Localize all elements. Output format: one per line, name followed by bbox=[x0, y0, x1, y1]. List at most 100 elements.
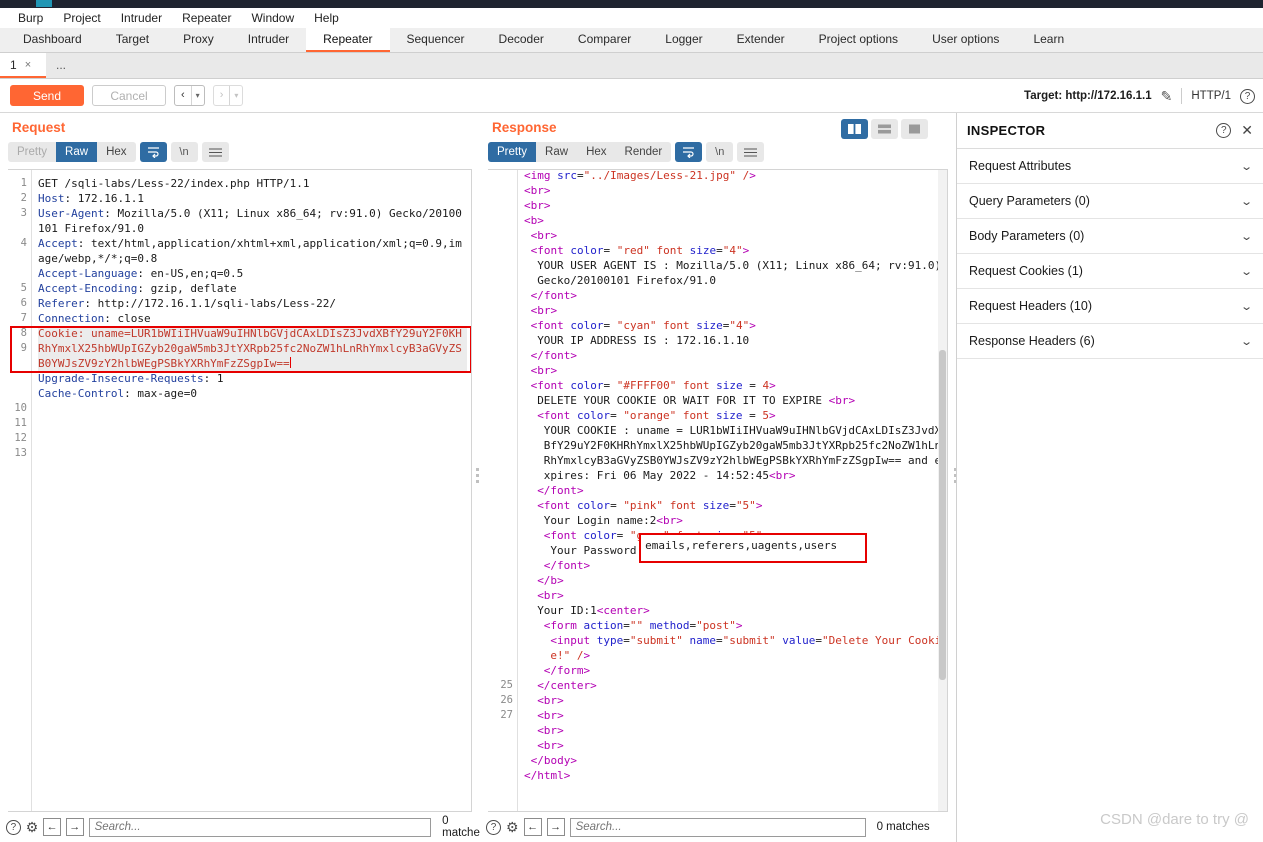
tab-project-options[interactable]: Project options bbox=[802, 28, 915, 52]
inspector-row-request-attributes[interactable]: Request Attributes ⌄ bbox=[957, 149, 1263, 184]
inspector-row-label: Request Headers (10) bbox=[969, 299, 1092, 313]
http-version-label[interactable]: HTTP/1 bbox=[1191, 90, 1231, 102]
word-wrap-icon[interactable] bbox=[139, 142, 167, 162]
word-wrap-icon[interactable] bbox=[675, 142, 703, 162]
search-prev-icon[interactable]: ← bbox=[523, 818, 542, 836]
send-button[interactable]: Send bbox=[10, 85, 84, 106]
burp-suite-window: Burp Project Intruder Repeater Window He… bbox=[0, 0, 1263, 842]
cancel-button[interactable]: Cancel bbox=[92, 85, 166, 106]
repeater-tab-bar: 1 × ... bbox=[0, 53, 1263, 79]
request-editor[interactable]: 1 2 3 4 5 6 7 8 9 10 11 12 13 GET /sqli-labs/Less-22… bbox=[8, 169, 472, 812]
layout-toggle-group bbox=[841, 119, 928, 139]
gear-icon[interactable]: ⚙ bbox=[506, 820, 519, 834]
repeater-tab-1[interactable]: 1 × bbox=[0, 53, 46, 78]
search-prev-icon[interactable]: ← bbox=[43, 818, 61, 836]
response-search-input[interactable] bbox=[569, 817, 866, 837]
inspector-row-label: Response Headers (6) bbox=[969, 334, 1095, 348]
menu-item-intruder[interactable]: Intruder bbox=[111, 8, 172, 28]
help-icon[interactable]: ? bbox=[486, 819, 501, 835]
search-next-icon[interactable]: → bbox=[546, 818, 565, 836]
burp-logo-icon bbox=[36, 0, 52, 7]
split-horizontal-icon[interactable] bbox=[871, 119, 898, 139]
tab-logger[interactable]: Logger bbox=[648, 28, 719, 52]
edit-target-icon[interactable]: ✎ bbox=[1161, 88, 1173, 105]
divider bbox=[1181, 88, 1183, 104]
chevron-down-icon[interactable]: ⌄ bbox=[1240, 265, 1253, 278]
forward-button-group[interactable]: › ▾ bbox=[212, 85, 244, 106]
request-line-gutter: 1 2 3 4 5 6 7 8 9 10 11 12 13 bbox=[8, 170, 32, 811]
tab-repeater[interactable]: Repeater bbox=[306, 28, 390, 52]
request-view-pretty[interactable]: Pretty bbox=[8, 142, 57, 162]
response-search-bar: ? ⚙ ← → 0 matches bbox=[486, 816, 930, 838]
search-next-icon[interactable]: → bbox=[65, 818, 84, 836]
response-view-pretty[interactable]: Pretty bbox=[488, 142, 537, 162]
response-view-render[interactable]: Render bbox=[615, 142, 672, 162]
forward-arrow-icon[interactable]: › bbox=[214, 86, 230, 105]
tab-extender[interactable]: Extender bbox=[720, 28, 802, 52]
inspector-pane: INSPECTOR ? ✕ Request Attributes ⌄ Query… bbox=[956, 113, 1263, 842]
close-icon[interactable]: ✕ bbox=[1241, 122, 1253, 139]
request-search-input[interactable] bbox=[88, 817, 432, 837]
repeater-tab-add[interactable]: ... bbox=[46, 53, 92, 78]
chevron-down-icon[interactable]: ⌄ bbox=[1240, 300, 1253, 313]
request-toolbar: Pretty Raw Hex \n bbox=[0, 141, 480, 163]
inspector-row-request-headers[interactable]: Request Headers (10) ⌄ bbox=[957, 289, 1263, 324]
inspector-row-response-headers[interactable]: Response Headers (6) ⌄ bbox=[957, 324, 1263, 359]
help-icon[interactable]: ? bbox=[6, 819, 21, 835]
tab-learn[interactable]: Learn bbox=[1016, 28, 1081, 52]
menu-item-repeater[interactable]: Repeater bbox=[172, 8, 241, 28]
menu-item-help[interactable]: Help bbox=[304, 8, 349, 28]
menu-item-window[interactable]: Window bbox=[241, 8, 304, 28]
request-view-hex[interactable]: Hex bbox=[97, 142, 136, 162]
response-view-hex[interactable]: Hex bbox=[577, 142, 616, 162]
close-icon[interactable]: × bbox=[25, 59, 31, 71]
help-icon[interactable]: ? bbox=[1216, 123, 1232, 138]
inspector-title: INSPECTOR bbox=[967, 123, 1046, 138]
request-view-raw[interactable]: Raw bbox=[56, 142, 98, 162]
inspector-row-request-cookies[interactable]: Request Cookies (1) ⌄ bbox=[957, 254, 1263, 289]
response-view-raw[interactable]: Raw bbox=[536, 142, 578, 162]
back-button-group[interactable]: ‹ ▾ bbox=[174, 85, 205, 106]
request-code[interactable]: GET /sqli-labs/Less-22/index.php HTTP/1.… bbox=[32, 170, 471, 811]
single-pane-icon[interactable] bbox=[901, 119, 928, 139]
inspector-row-query-parameters[interactable]: Query Parameters (0) ⌄ bbox=[957, 184, 1263, 219]
newline-icon[interactable]: \n bbox=[170, 142, 198, 162]
request-view-mode-group: Pretty Raw Hex bbox=[8, 142, 136, 162]
tab-sequencer[interactable]: Sequencer bbox=[390, 28, 482, 52]
request-search-bar: ? ⚙ ← → 0 matches bbox=[6, 815, 494, 839]
hamburger-icon[interactable] bbox=[201, 142, 229, 162]
tab-proxy[interactable]: Proxy bbox=[166, 28, 231, 52]
tab-dashboard[interactable]: Dashboard bbox=[6, 28, 99, 52]
inspector-row-body-parameters[interactable]: Body Parameters (0) ⌄ bbox=[957, 219, 1263, 254]
response-editor[interactable]: 25 26 27 <img src="../Images/Less-21.jpg" … bbox=[488, 169, 948, 812]
inspector-row-label: Body Parameters (0) bbox=[969, 229, 1085, 243]
tab-comparer[interactable]: Comparer bbox=[561, 28, 648, 52]
response-match-count: 0 matches bbox=[876, 821, 930, 833]
chevron-down-icon[interactable]: ⌄ bbox=[1240, 335, 1253, 348]
response-scrollbar-track[interactable] bbox=[938, 170, 947, 811]
menu-item-project[interactable]: Project bbox=[53, 8, 110, 28]
response-scrollbar-thumb[interactable] bbox=[939, 350, 946, 680]
chevron-down-icon[interactable]: ⌄ bbox=[1240, 160, 1253, 173]
newline-icon[interactable]: \n bbox=[706, 142, 734, 162]
tab-user-options[interactable]: User options bbox=[915, 28, 1016, 52]
tab-intruder[interactable]: Intruder bbox=[231, 28, 306, 52]
chevron-down-icon[interactable]: ▾ bbox=[192, 86, 204, 105]
chevron-down-icon[interactable]: ▾ bbox=[230, 86, 242, 105]
chevron-down-icon[interactable]: ⌄ bbox=[1240, 230, 1253, 243]
tab-decoder[interactable]: Decoder bbox=[482, 28, 561, 52]
split-vertical-icon[interactable] bbox=[841, 119, 868, 139]
window-title-strip bbox=[0, 0, 1263, 8]
tab-target[interactable]: Target bbox=[99, 28, 166, 52]
help-icon[interactable]: ? bbox=[1240, 88, 1255, 104]
hamburger-icon[interactable] bbox=[737, 142, 765, 162]
menu-item-burp[interactable]: Burp bbox=[8, 8, 53, 28]
response-code[interactable]: <img src="../Images/Less-21.jpg" /> <br> <… bbox=[518, 170, 947, 811]
action-bar: Send Cancel ‹ ▾ › ▾ Target: http://172.1… bbox=[0, 79, 1263, 113]
response-view-mode-group: Pretty Raw Hex Render bbox=[488, 142, 672, 162]
back-arrow-icon[interactable]: ‹ bbox=[175, 86, 191, 105]
response-pane: Response Pretty Raw Hex Render \n 25 26 … bbox=[480, 113, 957, 842]
chevron-down-icon[interactable]: ⌄ bbox=[1240, 195, 1253, 208]
gear-icon[interactable]: ⚙ bbox=[26, 820, 39, 834]
target-label: Target: http://172.16.1.1 bbox=[1024, 90, 1152, 102]
